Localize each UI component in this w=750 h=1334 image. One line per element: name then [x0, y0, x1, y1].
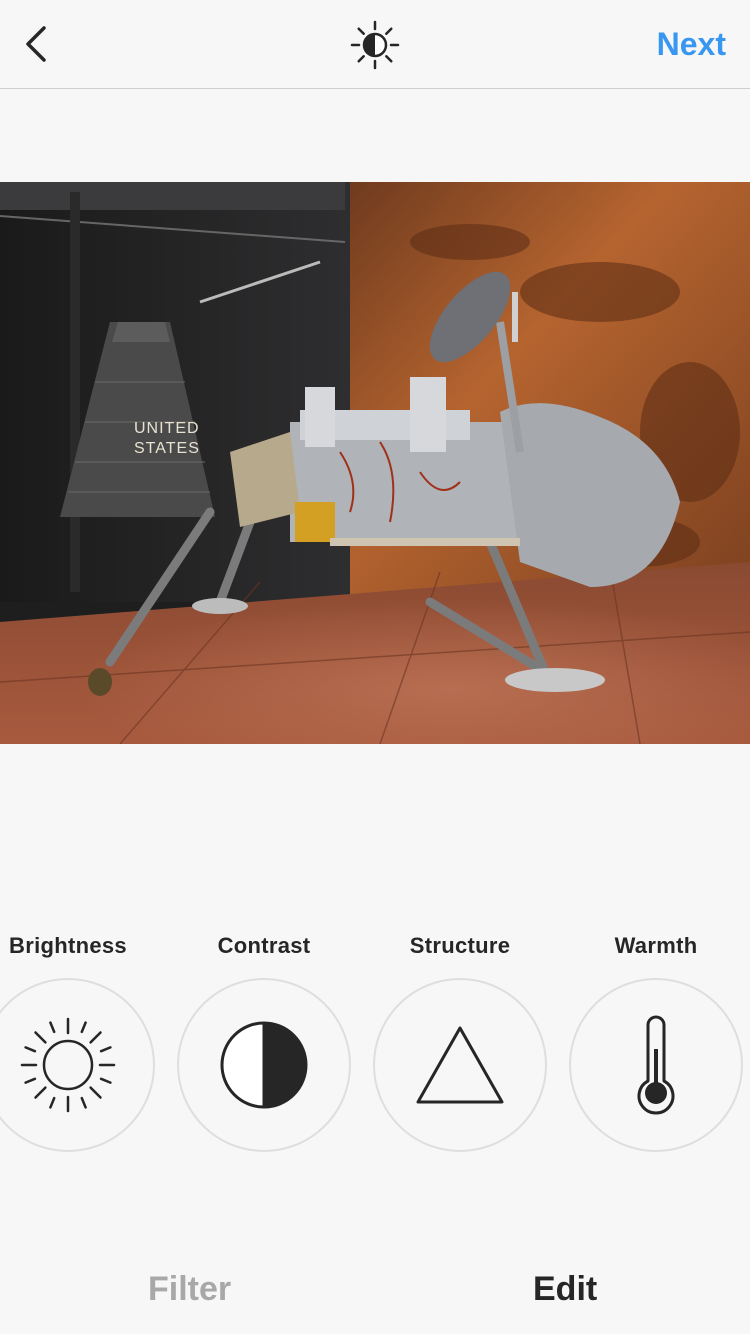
tool-label: Brightness — [9, 933, 127, 958]
back-button[interactable] — [18, 22, 58, 66]
lander-photo: UNITED STATES — [0, 182, 750, 744]
structure-triangle-icon — [416, 1026, 504, 1104]
contrast-button[interactable] — [177, 978, 351, 1152]
next-button[interactable]: Next — [657, 26, 726, 63]
contrast-half-circle-icon — [220, 1021, 308, 1109]
warmth-button[interactable] — [569, 978, 743, 1152]
tab-edit[interactable]: Edit — [533, 1270, 597, 1309]
tab-filter[interactable]: Filter — [148, 1270, 231, 1309]
tool-label: Warmth — [614, 933, 698, 958]
edit-tools-row: Brightness Contrast Structure Warmth — [0, 928, 750, 1168]
photo-preview: UNITED STATES — [0, 182, 750, 744]
capsule-text-line2: STATES — [134, 440, 200, 457]
chevron-left-icon — [26, 26, 46, 62]
capsule-text-line1: UNITED — [134, 420, 200, 437]
tool-label: Contrast — [217, 933, 311, 958]
lux-button[interactable] — [350, 20, 400, 70]
brightness-button[interactable] — [0, 978, 155, 1152]
lux-sun-half-icon — [350, 20, 400, 70]
top-bar: Next — [0, 0, 750, 89]
brightness-sun-icon — [20, 1017, 116, 1113]
bottom-tabs: Filter Edit — [0, 1250, 750, 1334]
warmth-thermometer-icon — [637, 1015, 675, 1115]
tool-contrast: Contrast — [176, 928, 352, 1152]
tool-warmth: Warmth — [568, 928, 744, 1152]
tool-brightness: Brightness — [0, 928, 156, 1152]
tool-structure: Structure — [372, 928, 548, 1152]
structure-button[interactable] — [373, 978, 547, 1152]
tool-label: Structure — [409, 933, 511, 958]
